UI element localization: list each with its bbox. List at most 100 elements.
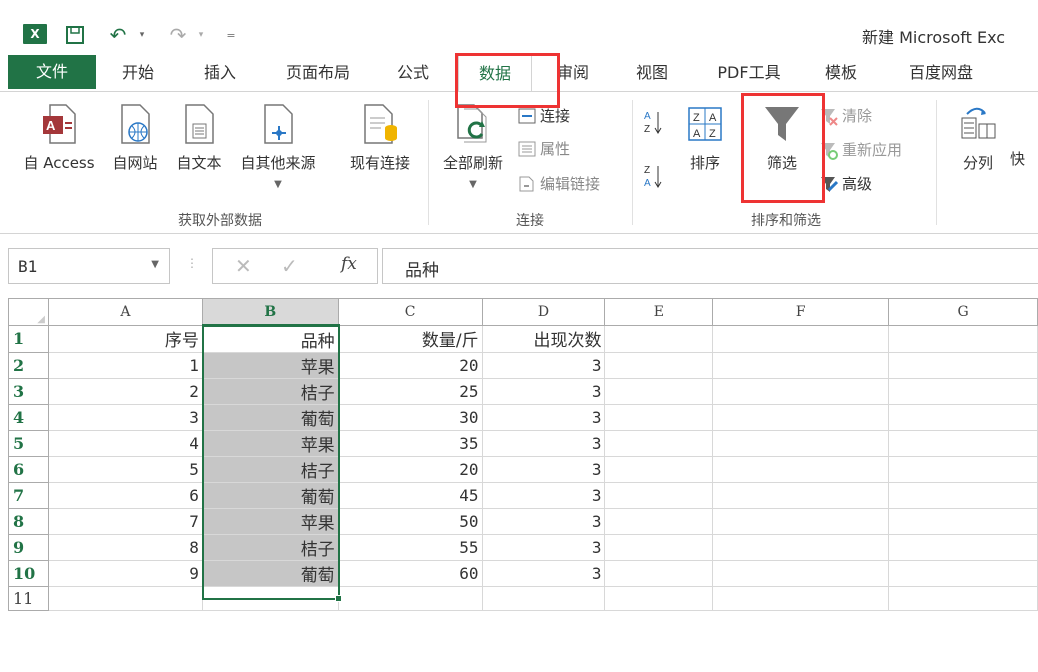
cell-g[interactable] <box>888 351 1038 379</box>
cell-c[interactable] <box>337 585 483 611</box>
cell-b[interactable]: 葡萄 <box>201 481 339 509</box>
cell-f[interactable] <box>712 403 890 431</box>
column-header-f[interactable]: F <box>712 298 890 326</box>
cell-a[interactable]: 1 <box>47 351 203 379</box>
insert-function-icon[interactable]: fx <box>341 254 357 274</box>
column-header-b[interactable]: B <box>201 298 339 327</box>
cell-a[interactable]: 8 <box>47 533 203 561</box>
cell-b[interactable]: 桔子 <box>201 455 339 483</box>
column-header-c[interactable]: C <box>337 298 483 326</box>
cell-c[interactable]: 55 <box>337 533 483 561</box>
customize-toolbar-icon[interactable]: = <box>225 24 237 46</box>
cell-b[interactable]: 桔子 <box>201 377 339 405</box>
cell-b[interactable]: 葡萄 <box>201 403 339 431</box>
cell-c[interactable]: 20 <box>337 455 483 483</box>
reapply-button[interactable]: 重新应用 <box>820 139 902 160</box>
row-header[interactable]: 3 <box>8 377 49 405</box>
tab-formulas[interactable]: 公式 <box>388 55 438 91</box>
cell-d[interactable]: 3 <box>481 377 606 405</box>
filter-button[interactable]: 筛选 <box>748 104 816 173</box>
cell-f[interactable] <box>712 481 890 509</box>
tab-data[interactable]: 数据 <box>458 55 532 92</box>
properties-button[interactable]: 属性 <box>518 138 570 159</box>
cell-e[interactable] <box>604 429 714 457</box>
from-web-button[interactable]: 自网站 <box>106 104 164 173</box>
sort-ascending-button[interactable]: AZ <box>644 108 662 142</box>
tab-page-layout[interactable]: 页面布局 <box>275 55 361 91</box>
cell-f[interactable] <box>712 455 890 483</box>
cell-d[interactable]: 3 <box>481 507 606 535</box>
text-to-columns-button[interactable]: 分列 <box>950 104 1006 173</box>
tab-insert[interactable]: 插入 <box>195 55 245 91</box>
from-text-button[interactable]: 自文本 <box>168 104 230 173</box>
cell-g[interactable] <box>888 507 1038 535</box>
sort-descending-button[interactable]: ZA <box>644 162 662 196</box>
cell-g[interactable] <box>888 533 1038 561</box>
tab-template[interactable]: 模板 <box>816 55 866 91</box>
row-header[interactable]: 1 <box>8 325 49 353</box>
cell-b[interactable]: 苹果 <box>201 429 339 457</box>
cell-b[interactable]: 葡萄 <box>201 559 339 587</box>
undo-icon[interactable]: ↶ <box>107 23 129 47</box>
cell-b[interactable]: 苹果 <box>201 507 339 535</box>
cell-e[interactable] <box>604 325 714 353</box>
flash-fill-button[interactable]: 快 <box>1010 148 1038 169</box>
cell-f[interactable] <box>712 559 890 587</box>
cell-g[interactable] <box>888 585 1038 611</box>
cell-f[interactable] <box>712 325 890 353</box>
column-header-a[interactable]: A <box>47 298 203 326</box>
save-icon[interactable] <box>64 24 86 46</box>
tab-file[interactable]: 文件 <box>8 55 96 89</box>
cell-f[interactable] <box>712 377 890 405</box>
cell-c[interactable]: 20 <box>337 351 483 379</box>
enter-check-icon[interactable]: ✓ <box>281 254 298 278</box>
tab-baidu-netdisk[interactable]: 百度网盘 <box>898 55 984 91</box>
cell-d[interactable]: 3 <box>481 481 606 509</box>
column-header-e[interactable]: E <box>604 298 714 326</box>
row-header[interactable]: 6 <box>8 455 49 483</box>
cell-d[interactable] <box>481 585 606 611</box>
tab-home[interactable]: 开始 <box>113 55 163 91</box>
row-header[interactable]: 9 <box>8 533 49 561</box>
advanced-filter-button[interactable]: 高级 <box>820 173 872 194</box>
cell-d[interactable]: 3 <box>481 429 606 457</box>
cell-e[interactable] <box>604 507 714 535</box>
cell-a[interactable]: 9 <box>47 559 203 587</box>
select-all-corner[interactable]: ◢ <box>8 298 49 326</box>
cell-e[interactable] <box>604 455 714 483</box>
cell-e[interactable] <box>604 481 714 509</box>
cell-b[interactable] <box>201 585 339 611</box>
row-header[interactable]: 11 <box>8 585 49 611</box>
cell-f[interactable] <box>712 533 890 561</box>
cell-c[interactable]: 60 <box>337 559 483 587</box>
refresh-all-button[interactable]: 全部刷新 ▼ <box>434 104 512 190</box>
row-header[interactable]: 4 <box>8 403 49 431</box>
cell-e[interactable] <box>604 351 714 379</box>
name-box[interactable]: B1 ▼ <box>8 248 170 284</box>
cell-b[interactable]: 桔子 <box>201 533 339 561</box>
cell-c[interactable]: 45 <box>337 481 483 509</box>
cell-g[interactable] <box>888 377 1038 405</box>
column-header-g[interactable]: G <box>888 298 1038 326</box>
cell-f[interactable] <box>712 585 890 611</box>
column-header-d[interactable]: D <box>481 298 606 326</box>
tab-view[interactable]: 视图 <box>627 55 677 91</box>
cell-d[interactable]: 3 <box>481 403 606 431</box>
cell-f[interactable] <box>712 429 890 457</box>
from-other-sources-button[interactable]: 自其他来源 ▼ <box>232 104 324 190</box>
cell-a[interactable]: 3 <box>47 403 203 431</box>
row-header[interactable]: 2 <box>8 351 49 379</box>
cell-b[interactable]: 品种 <box>201 325 339 353</box>
cell-a[interactable]: 序号 <box>47 325 203 353</box>
cell-g[interactable] <box>888 559 1038 587</box>
cell-e[interactable] <box>604 377 714 405</box>
row-header[interactable]: 7 <box>8 481 49 509</box>
cell-a[interactable]: 2 <box>47 377 203 405</box>
sort-button[interactable]: ZAAZ 排序 <box>674 104 736 173</box>
fill-handle[interactable] <box>335 595 342 602</box>
cell-a[interactable]: 4 <box>47 429 203 457</box>
cell-f[interactable] <box>712 507 890 535</box>
cell-g[interactable] <box>888 481 1038 509</box>
connections-button[interactable]: 连接 <box>518 105 570 126</box>
cell-e[interactable] <box>604 585 714 611</box>
